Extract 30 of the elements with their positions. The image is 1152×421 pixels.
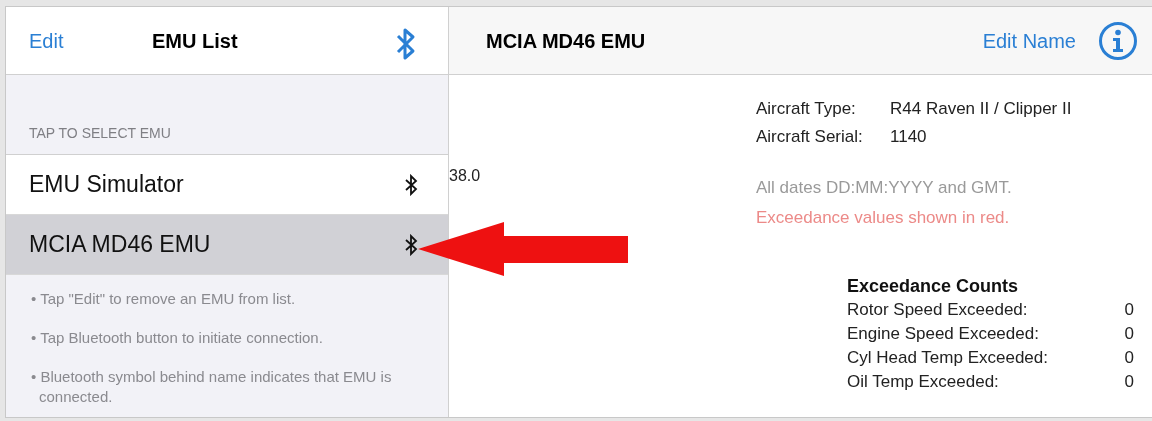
count-label: Oil Temp Exceeded: xyxy=(847,371,999,393)
count-value: 0 xyxy=(1124,299,1134,321)
count-value: 0 xyxy=(1124,323,1134,345)
count-value: 0 xyxy=(1124,347,1134,369)
bluetooth-icon xyxy=(404,173,418,196)
help-text: • Bluetooth symbol behind name indicates that EMU is connected. xyxy=(31,367,393,407)
help-text: • Tap Bluetooth button to initiate connection. xyxy=(31,328,324,348)
count-label: Cyl Head Temp Exceeded: xyxy=(847,347,1048,369)
count-value: 0 xyxy=(1124,371,1134,393)
note-text: Exceedance values shown in red. xyxy=(756,207,1011,229)
panel-title: EMU List xyxy=(152,28,238,54)
field-value: R44 Raven II / Clipper II xyxy=(890,98,1072,120)
help-text: • Tap "Edit" to remove an EMU from list. xyxy=(31,289,297,309)
note-text: All dates DD:MM:YYYY and GMT. xyxy=(756,177,1013,199)
edit-button[interactable]: Edit xyxy=(29,25,64,56)
field-label: Aircraft Serial: xyxy=(756,126,864,148)
value-text: 38.0 xyxy=(449,166,481,186)
count-label: Rotor Speed Exceeded: xyxy=(847,299,1028,321)
detail-title: MCIA MD46 EMU xyxy=(486,28,646,54)
emu-list-item[interactable]: MCIA MD46 EMU xyxy=(6,215,448,275)
count-label: Engine Speed Exceeded: xyxy=(847,323,1039,345)
section-header: TAP TO SELECT EMU xyxy=(29,124,171,143)
info-icon[interactable] xyxy=(1098,20,1138,61)
bluetooth-icon[interactable] xyxy=(395,27,417,61)
section-title: Exceedance Counts xyxy=(847,275,1020,298)
edit-name-button[interactable]: Edit Name xyxy=(982,25,1076,56)
bluetooth-icon xyxy=(404,233,418,256)
field-label: Aircraft Type: xyxy=(756,98,857,120)
emu-list-item[interactable]: EMU Simulator xyxy=(6,155,448,215)
field-value: 1140 xyxy=(890,126,927,148)
